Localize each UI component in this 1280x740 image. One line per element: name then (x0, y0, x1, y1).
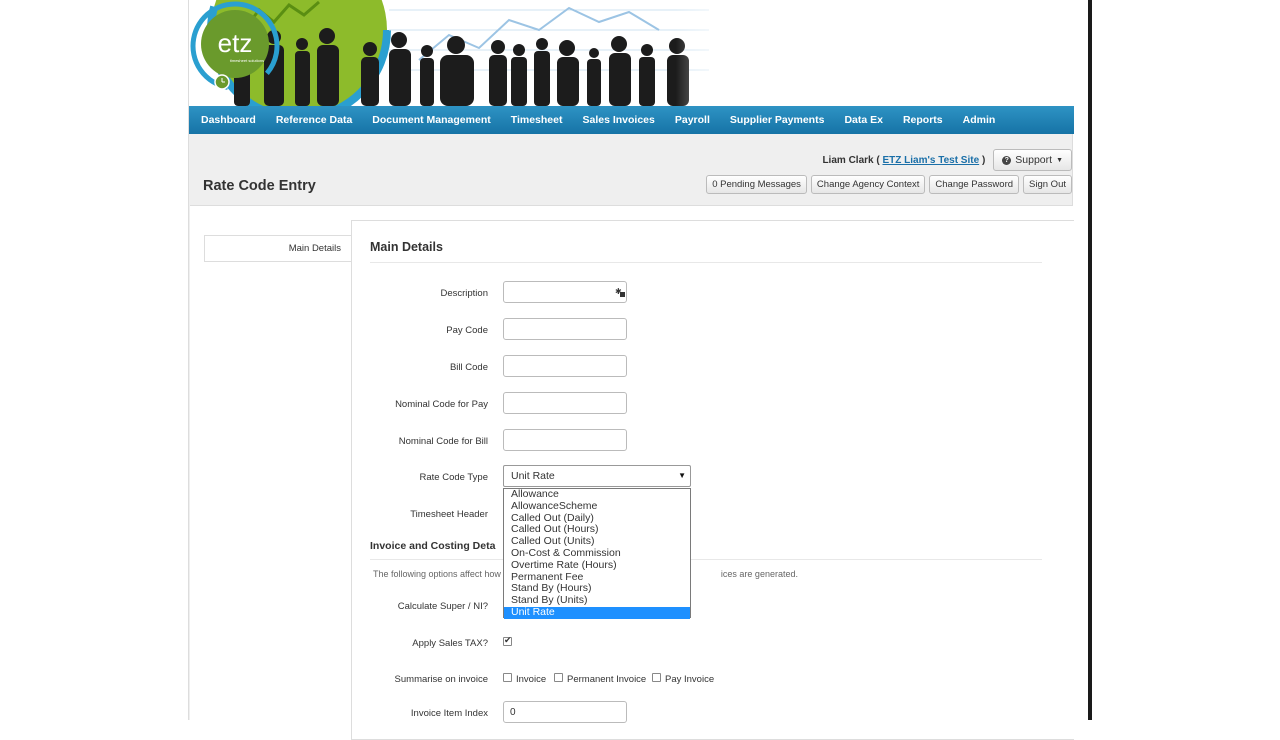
nav-supplier-payments[interactable]: Supplier Payments (720, 106, 835, 134)
option-overtime-rate-hours[interactable]: Overtime Rate (Hours) (504, 559, 690, 572)
divider (370, 262, 1042, 263)
nav-payroll[interactable]: Payroll (665, 106, 720, 134)
header-banner: etz timesheet solutions (189, 0, 1074, 106)
change-password-button[interactable]: Change Password (929, 175, 1020, 194)
change-agency-button[interactable]: Change Agency Context (810, 175, 926, 194)
option-unit-rate[interactable]: Unit Rate (504, 606, 690, 619)
nominal-pay-label: Nominal Code for Pay (395, 399, 488, 410)
summarise-permanent-label: Permanent Invoice (567, 674, 647, 685)
question-icon: ? (1002, 155, 1012, 165)
summarise-label: Summarise on invoice (394, 674, 488, 685)
option-on-cost-commission[interactable]: On-Cost & Commission (504, 547, 690, 560)
bill-code-label: Bill Code (449, 362, 488, 373)
support-button[interactable]: ? Support ▼ (993, 149, 1072, 171)
nav-timesheet[interactable]: Timesheet (501, 106, 573, 134)
bill-code-input[interactable] (503, 355, 627, 377)
site-link[interactable]: ETZ Liam's Test Site (882, 155, 979, 166)
rate-code-type-value: Unit Rate (511, 470, 555, 482)
caret-down-icon: ▼ (1056, 156, 1063, 164)
nav-sales-invoices[interactable]: Sales Invoices (572, 106, 664, 134)
nominal-bill-label: Nominal Code for Bill (398, 436, 488, 447)
user-name: Liam Clark ( ETZ Liam's Test Site ) (822, 154, 986, 166)
dropdown-arrow-icon: ▼ (678, 471, 686, 480)
description-label: Description (440, 288, 488, 299)
window-edge (1088, 0, 1092, 720)
summarise-pay-checkbox[interactable] (652, 673, 661, 682)
sign-out-button[interactable]: Sign Out (1023, 175, 1072, 194)
nav-document-management[interactable]: Document Management (362, 106, 500, 134)
main-nav: Dashboard Reference Data Document Manage… (189, 106, 1074, 134)
pay-code-label: Pay Code (446, 325, 488, 336)
nav-admin[interactable]: Admin (953, 106, 1006, 134)
left-margin (0, 0, 188, 720)
rate-code-type-options: Allowance AllowanceScheme Called Out (Da… (503, 488, 691, 619)
nav-reports[interactable]: Reports (893, 106, 953, 134)
divider (370, 559, 1042, 560)
nominal-pay-input[interactable] (503, 392, 627, 414)
account-toolbar: 0 Pending Messages Change Agency Context… (702, 175, 1072, 194)
summarise-permanent-checkbox[interactable] (554, 673, 563, 682)
page-frame: etz timesheet solutions Dashboard Refere… (188, 0, 1074, 740)
nav-reference-data[interactable]: Reference Data (266, 106, 362, 134)
user-bar: Liam Clark ( ETZ Liam's Test Site ) ? Su… (822, 149, 1072, 171)
calc-super-label: Calculate Super / NI? (397, 601, 488, 612)
apply-tax-label: Apply Sales TAX? (412, 638, 488, 649)
summarise-pay-label: Pay Invoice (665, 674, 715, 685)
rate-code-type-label: Rate Code Type (419, 472, 488, 483)
support-label: Support (1015, 154, 1053, 166)
logo-tagline: timesheet solutions (230, 58, 264, 63)
page-title: Rate Code Entry (203, 178, 316, 194)
summarise-invoice-checkbox[interactable] (503, 673, 512, 682)
tab-main-details[interactable]: Main Details (204, 235, 351, 262)
pending-messages-button[interactable]: 0 Pending Messages (706, 175, 807, 194)
etz-logo[interactable]: etz timesheet solutions (189, 0, 281, 92)
nominal-bill-input[interactable] (503, 429, 627, 451)
timesheet-header-label: Timesheet Header (410, 509, 488, 520)
banner-illustration (189, 0, 1074, 106)
rate-code-type-select[interactable]: Unit Rate ▼ (503, 465, 691, 487)
rate-code-form: Main Details Description ✱ Pay Code Bill… (351, 220, 1074, 740)
logo-text: etz (218, 28, 253, 58)
content-area: Main Details Main Details Description ✱ … (190, 205, 1074, 740)
translate-icon[interactable]: ✱ (615, 287, 625, 297)
apply-tax-checkbox[interactable] (503, 635, 512, 646)
summarise-invoice-label: Invoice (516, 674, 547, 685)
description-input[interactable] (503, 281, 627, 303)
section-main-details: Main Details (370, 240, 443, 254)
section-invoice-costing: Invoice and Costing Deta (370, 540, 496, 552)
pay-code-input[interactable] (503, 318, 627, 340)
nav-data-ex[interactable]: Data Ex (834, 106, 893, 134)
nav-dashboard[interactable]: Dashboard (191, 106, 266, 134)
option-allowance-scheme[interactable]: AllowanceScheme (504, 500, 690, 513)
item-index-label: Invoice Item Index (410, 708, 488, 719)
